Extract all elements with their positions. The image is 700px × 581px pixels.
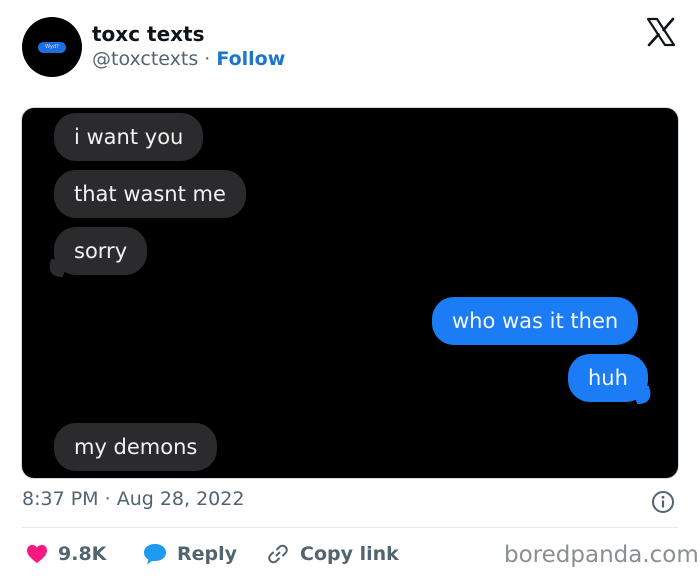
x-logo-icon[interactable] [646, 17, 676, 47]
author-handle-row: @toxctexts · Follow [92, 48, 285, 70]
avatar-bubble: Wyd? [38, 41, 66, 53]
message-received: that wasnt me [54, 170, 246, 218]
post-timestamp[interactable]: 8:37 PM · Aug 28, 2022 [22, 488, 244, 510]
divider [22, 527, 678, 528]
bubble-tail [44, 259, 70, 277]
author-name[interactable]: toxc texts [92, 22, 205, 46]
heart-icon [27, 544, 47, 564]
author-handle[interactable]: @toxctexts [92, 48, 198, 70]
bubble-tail [630, 386, 656, 404]
copy-link-label: Copy link [300, 543, 399, 565]
link-icon [268, 544, 288, 564]
copy-link-button[interactable]: Copy link [266, 540, 399, 568]
avatar[interactable]: Wyd? [22, 17, 82, 77]
like-count: 9.8K [58, 543, 107, 565]
message-sent: who was it then [432, 297, 639, 345]
watermark: boredpanda.com [504, 542, 699, 568]
message-received: i want you [54, 113, 204, 161]
message-received: my demons [54, 423, 218, 471]
follow-button[interactable]: Follow [216, 48, 285, 70]
reply-label: Reply [177, 543, 238, 565]
time-separator: · [104, 488, 111, 510]
post-time: 8:37 PM [22, 488, 99, 510]
post-date: Aug 28, 2022 [116, 488, 245, 510]
like-button[interactable]: 9.8K [26, 540, 106, 568]
message-received: sorry [54, 227, 148, 275]
reply-icon [144, 544, 166, 565]
info-icon[interactable] [651, 490, 675, 514]
reply-button[interactable]: Reply [143, 540, 237, 568]
tweet-media[interactable]: i want you that wasnt me sorry who was i… [22, 108, 678, 478]
handle-separator: · [204, 48, 211, 70]
